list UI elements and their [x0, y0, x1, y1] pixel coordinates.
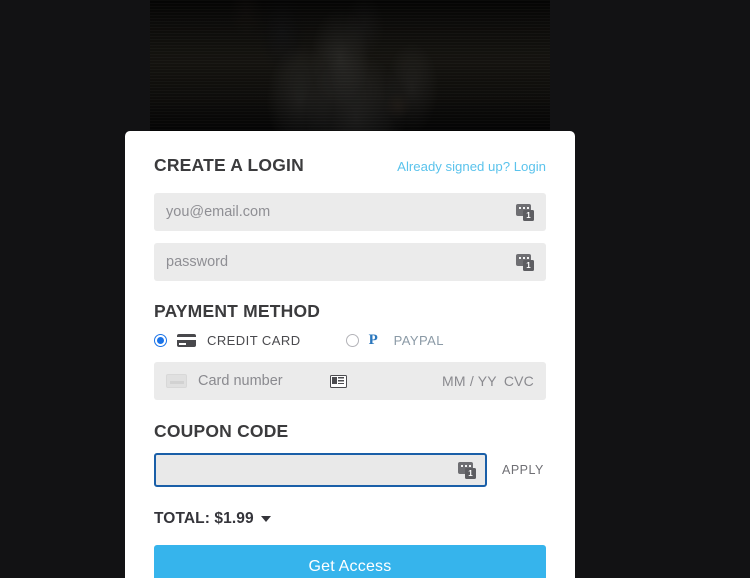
credit-card-placeholder-icon — [166, 374, 187, 388]
card-number-field[interactable]: Card number MM / YY CVC — [154, 362, 546, 400]
coupon-code-field[interactable]: 1 — [154, 453, 487, 487]
checkout-modal: CREATE A LOGIN Already signed up? Login … — [125, 131, 575, 578]
pm-icon-dots — [518, 207, 529, 209]
paypal-icon: P — [368, 332, 378, 348]
hero-image — [150, 0, 550, 136]
pm-icon-dots — [518, 257, 529, 259]
payment-option-credit-card[interactable]: CREDIT CARD — [154, 333, 301, 348]
password-manager-autofill-icon[interactable]: 1 — [458, 461, 476, 479]
payment-method-title: PAYMENT METHOD — [154, 301, 321, 321]
create-login-header: CREATE A LOGIN Already signed up? Login — [154, 155, 546, 176]
coupon-code-title: COUPON CODE — [154, 421, 289, 441]
paypal-label: PAYPAL — [393, 333, 444, 348]
hero-photo — [150, 0, 550, 136]
pm-icon-dots — [460, 465, 471, 467]
password-input[interactable] — [166, 243, 510, 281]
expiry-cvc-placeholder: MM / YY CVC — [442, 373, 534, 389]
chevron-down-icon[interactable] — [260, 516, 271, 522]
payment-method-options: CREDIT CARD P PAYPAL — [154, 333, 546, 348]
password-manager-autofill-icon[interactable]: 1 — [516, 253, 534, 271]
card-number-placeholder: Card number — [198, 373, 283, 389]
expiry-placeholder: MM / YY — [442, 373, 497, 389]
password-manager-autofill-icon[interactable]: 1 — [516, 203, 534, 221]
pm-icon-badge: 1 — [523, 209, 534, 221]
coupon-code-input[interactable] — [165, 455, 452, 485]
address-card-autofill-icon[interactable] — [329, 374, 347, 388]
paypal-radio[interactable] — [345, 334, 359, 347]
credit-card-icon — [177, 334, 196, 347]
password-field[interactable]: 1 — [154, 243, 546, 281]
pm-icon-badge: 1 — [523, 259, 534, 271]
already-signed-up-login-link[interactable]: Already signed up? Login — [397, 159, 546, 174]
apply-coupon-button[interactable]: APPLY — [502, 463, 544, 477]
total-row: TOTAL: $1.99 — [154, 510, 546, 528]
email-input[interactable] — [166, 193, 510, 231]
total-amount: TOTAL: $1.99 — [154, 510, 254, 527]
get-access-button[interactable]: Get Access — [154, 545, 546, 578]
credit-card-radio[interactable] — [154, 334, 167, 347]
payment-option-paypal[interactable]: P PAYPAL — [345, 332, 444, 348]
page-title: CREATE A LOGIN — [154, 155, 304, 175]
coupon-row: 1 APPLY — [154, 453, 546, 487]
page-root: CREATE A LOGIN Already signed up? Login … — [0, 0, 750, 578]
pm-icon-badge: 1 — [465, 467, 476, 479]
email-field[interactable]: 1 — [154, 193, 546, 231]
credit-card-label: CREDIT CARD — [207, 333, 301, 348]
cvc-placeholder: CVC — [503, 373, 534, 389]
